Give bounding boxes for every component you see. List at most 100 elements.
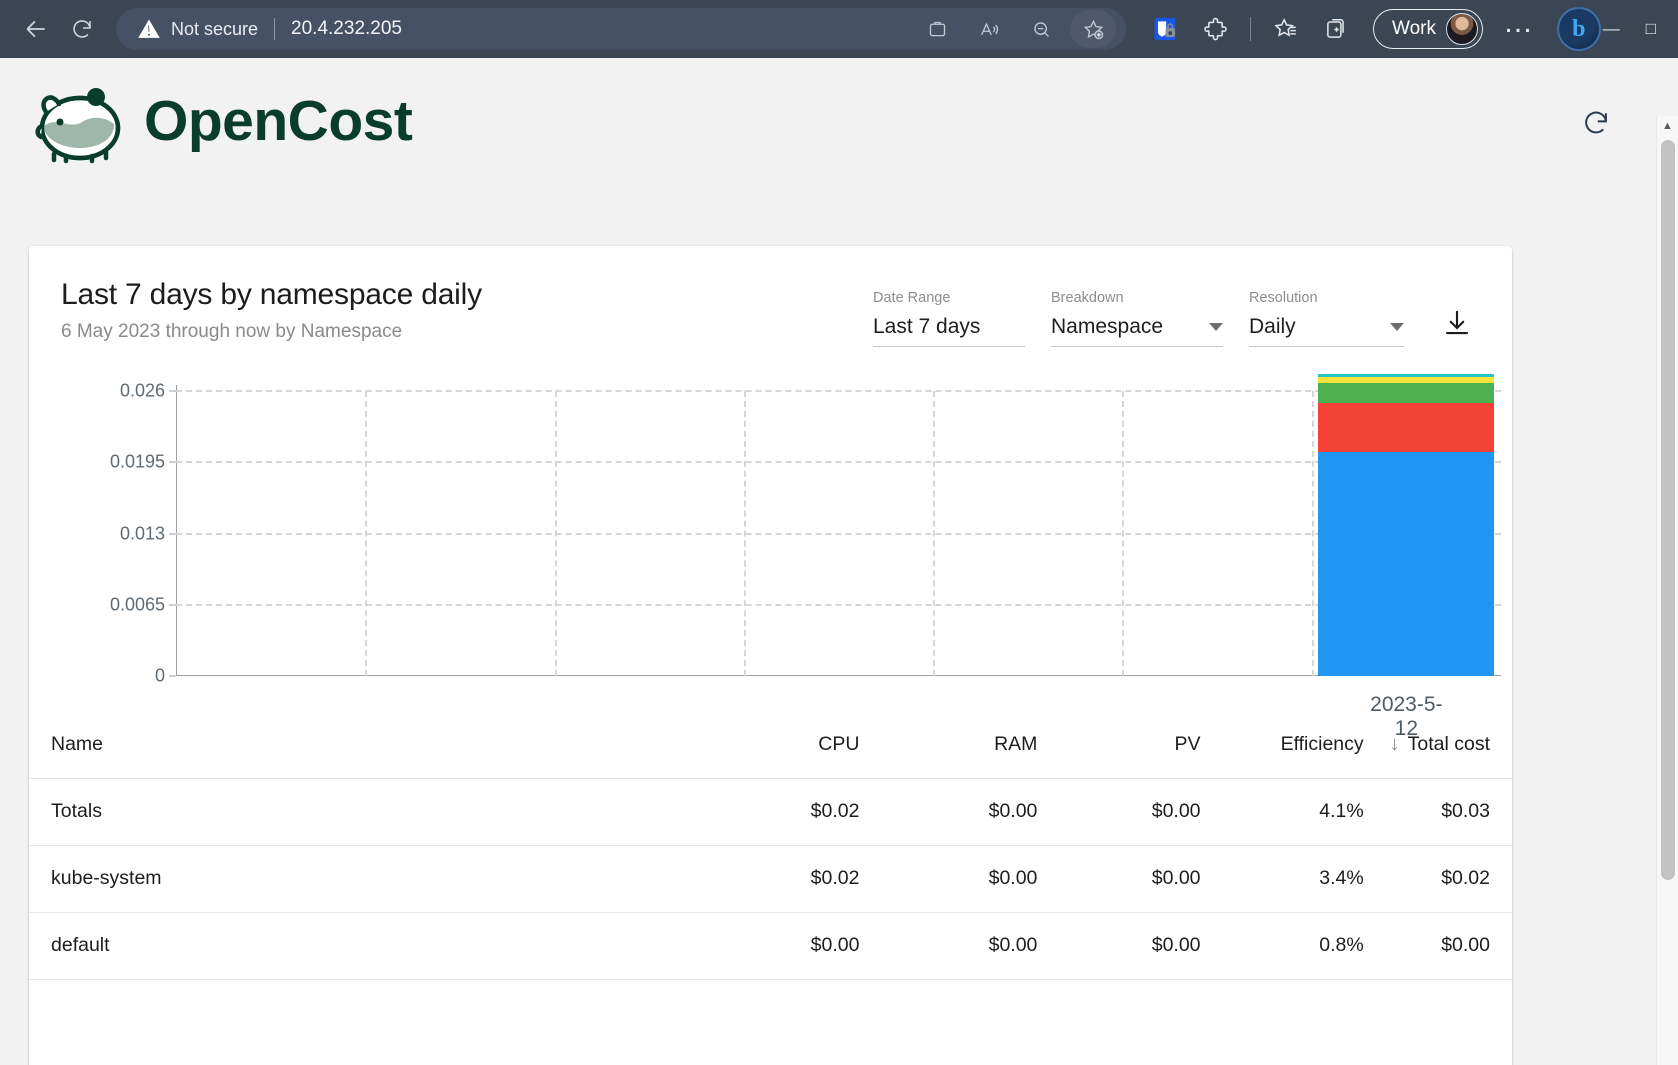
- y-axis-tick-label: 0.026: [119, 380, 165, 401]
- y-axis-tick-mark: [169, 604, 176, 606]
- vertical-gridline: [743, 391, 746, 676]
- cell-pv: $0.00: [1037, 845, 1201, 913]
- reload-button[interactable]: [60, 9, 104, 49]
- profile-button[interactable]: Work: [1373, 9, 1483, 49]
- table-header: Name CPU RAM PV Efficiency ↓ Total cost: [29, 711, 1512, 779]
- cell-efficiency: 0.8%: [1200, 912, 1364, 980]
- y-axis-tick-label: 0.0195: [109, 451, 165, 472]
- cost-table: Name CPU RAM PV Efficiency ↓ Total cost T…: [29, 711, 1512, 980]
- resolution-field[interactable]: Resolution Daily: [1249, 290, 1404, 347]
- read-aloud-icon[interactable]: [966, 10, 1012, 48]
- avatar: [1445, 13, 1478, 45]
- browser-toolbar: Not secure 20.4.232.205 Work … b — □: [0, 0, 1678, 58]
- report-header: Last 7 days by namespace daily 6 May 202…: [29, 246, 1512, 347]
- chart-bar-segment[interactable]: [1318, 383, 1495, 404]
- minimize-button[interactable]: —: [1603, 19, 1620, 39]
- cell-total-cost: $0.03: [1363, 778, 1512, 846]
- report-card: Last 7 days by namespace daily 6 May 202…: [29, 246, 1512, 1065]
- page-title: Last 7 days by namespace daily: [61, 278, 482, 311]
- chevron-down-icon[interactable]: [1209, 323, 1223, 331]
- back-button[interactable]: [14, 9, 58, 49]
- refresh-icon[interactable]: [1582, 108, 1610, 141]
- vertical-gridline: [365, 391, 368, 676]
- split-screen-icon[interactable]: [914, 10, 960, 48]
- page-scrollbar[interactable]: ▲ ▼: [1656, 116, 1678, 1065]
- chart-bar-segment[interactable]: [1318, 403, 1495, 453]
- column-header-name[interactable]: Name: [29, 711, 682, 779]
- y-axis-tick-mark: [169, 675, 176, 677]
- cell-pv: $0.00: [1037, 778, 1201, 846]
- horizontal-gridline: [176, 603, 1501, 606]
- date-range-label: Date Range: [873, 290, 951, 306]
- vertical-gridline: [1311, 391, 1314, 676]
- maximize-button[interactable]: □: [1646, 19, 1656, 39]
- password-manager-icon[interactable]: [1144, 10, 1186, 48]
- brand-title: OpenCost: [144, 88, 413, 153]
- cell-cpu: $0.02: [681, 778, 860, 846]
- resolution-value: Daily: [1249, 315, 1296, 338]
- breakdown-field[interactable]: Breakdown Namespace: [1051, 290, 1223, 347]
- url-text[interactable]: 20.4.232.205: [291, 18, 914, 40]
- y-axis-tick-mark: [169, 390, 176, 392]
- collections-icon[interactable]: [1315, 10, 1357, 48]
- horizontal-gridline: [176, 390, 1501, 392]
- cell-cpu: $0.02: [681, 845, 860, 913]
- column-header-cpu[interactable]: CPU: [681, 711, 860, 779]
- chevron-down-icon[interactable]: [1390, 323, 1404, 331]
- scroll-up-arrow[interactable]: ▲: [1657, 116, 1678, 136]
- column-header-pv[interactable]: PV: [1037, 711, 1201, 779]
- cell-total-cost: $0.00: [1363, 912, 1512, 980]
- table-row[interactable]: kube-system $0.02 $0.00 $0.00 3.4% $0.02: [29, 845, 1512, 913]
- chart-bar-segment[interactable]: [1318, 452, 1495, 676]
- date-range-field[interactable]: Date Range Last 7 days: [873, 290, 1025, 347]
- cell-name: kube-system: [29, 845, 682, 913]
- y-axis-tick-label: 0.013: [119, 523, 165, 543]
- table-row[interactable]: Totals $0.02 $0.00 $0.00 4.1% $0.03: [29, 778, 1512, 846]
- extensions-icon[interactable]: [1194, 10, 1236, 48]
- resolution-label: Resolution: [1249, 290, 1318, 306]
- favorites-icon[interactable]: [1265, 10, 1307, 48]
- cell-efficiency: 3.4%: [1200, 845, 1364, 913]
- y-axis-tick-mark: [169, 461, 176, 463]
- date-range-input[interactable]: Last 7 days: [873, 315, 1025, 347]
- omnibox-divider: [274, 18, 276, 40]
- x-axis-tick-label: 2023-5-12: [1370, 693, 1443, 740]
- vertical-gridline: [1122, 391, 1125, 676]
- add-favorite-icon[interactable]: [1070, 10, 1116, 48]
- zoom-out-icon[interactable]: [1018, 10, 1064, 48]
- cell-cpu: $0.00: [681, 912, 860, 980]
- more-settings-button[interactable]: …: [1503, 8, 1535, 40]
- resolution-select[interactable]: Daily: [1249, 315, 1404, 347]
- cell-efficiency: 4.1%: [1200, 778, 1364, 846]
- cell-ram: $0.00: [859, 912, 1038, 980]
- cell-pv: $0.00: [1037, 912, 1201, 980]
- profile-name-label: Work: [1392, 18, 1436, 39]
- x-axis-line: [176, 675, 1501, 676]
- chart-bar[interactable]: [1318, 373, 1495, 676]
- y-axis-tick-mark: [169, 533, 176, 534]
- horizontal-gridline: [176, 532, 1501, 535]
- column-header-efficiency[interactable]: Efficiency: [1200, 711, 1364, 779]
- piggy-bank-icon: [30, 78, 130, 164]
- y-axis-line: [176, 385, 177, 676]
- page-content: OpenCost Last 7 days by namespace daily …: [0, 58, 1678, 1065]
- window-controls: — □: [1603, 19, 1664, 39]
- browser-extension-toolbar: [1144, 10, 1357, 48]
- security-status-label: Not secure: [171, 18, 259, 39]
- column-header-ram[interactable]: RAM: [859, 711, 1038, 779]
- address-bar[interactable]: Not secure 20.4.232.205: [116, 8, 1126, 50]
- breakdown-label: Breakdown: [1051, 290, 1124, 306]
- cell-name: default: [29, 912, 682, 980]
- table-row[interactable]: default $0.00 $0.00 $0.00 0.8% $0.00: [29, 912, 1512, 980]
- not-secure-warning-icon: [138, 18, 160, 40]
- cell-name: Totals: [29, 778, 682, 846]
- bing-copilot-icon[interactable]: b: [1556, 7, 1601, 51]
- breakdown-select[interactable]: Namespace: [1051, 315, 1223, 347]
- report-title-block: Last 7 days by namespace daily 6 May 202…: [61, 278, 482, 343]
- download-icon[interactable]: [1442, 308, 1472, 347]
- table-header-row: Name CPU RAM PV Efficiency ↓ Total cost: [29, 711, 1512, 779]
- y-axis-tick-label: 0.0065: [109, 594, 165, 615]
- scrollbar-thumb[interactable]: [1661, 140, 1675, 880]
- app-header: OpenCost: [0, 58, 1678, 183]
- cost-chart: 0 0.0065 0.013 0.0195 0.026 2023-5-12: [29, 371, 1512, 740]
